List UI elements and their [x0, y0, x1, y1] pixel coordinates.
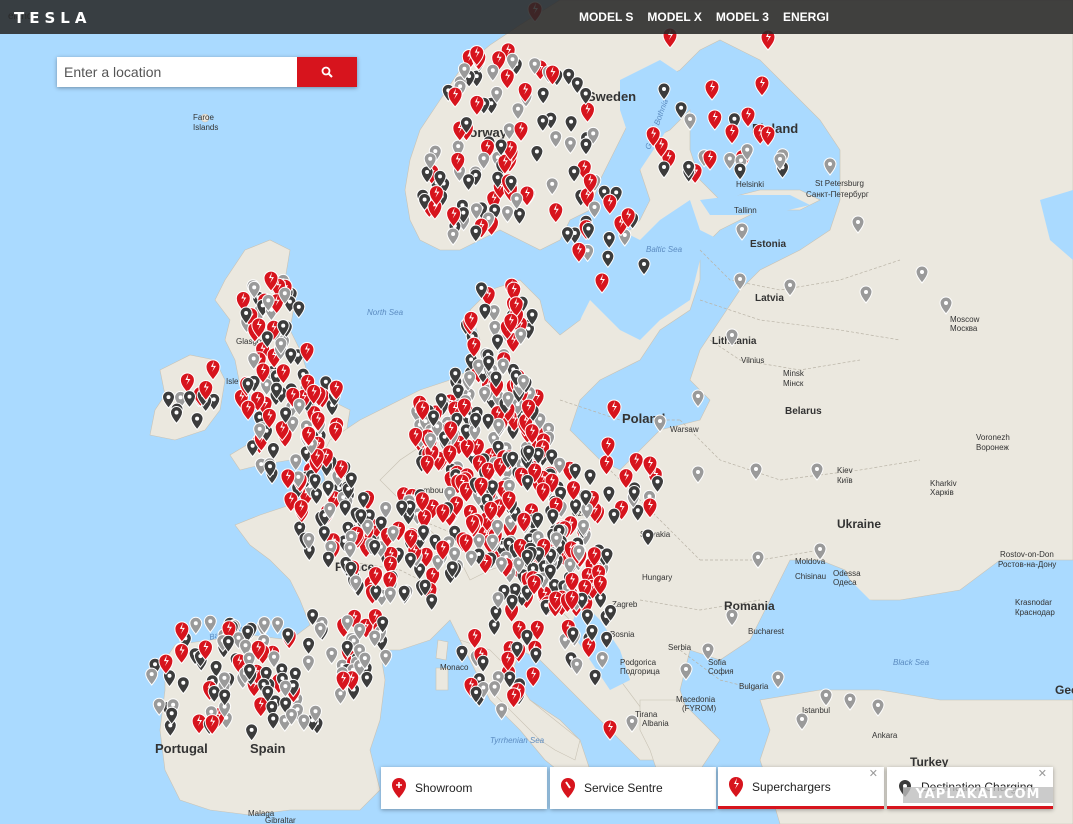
svg-text:Санкт-Петербург: Санкт-Петербург [806, 190, 869, 199]
location-search [57, 57, 357, 87]
legend-label: Superchargers [752, 779, 831, 794]
svg-text:Faroe: Faroe [193, 113, 214, 122]
close-icon[interactable]: ✕ [1038, 767, 1047, 780]
svg-text:Краснодар: Краснодар [1015, 608, 1055, 617]
svg-text:София: София [708, 667, 734, 676]
svg-text:Gibraltar: Gibraltar [265, 816, 296, 824]
top-navigation-bar: TESLA MODEL S MODEL X MODEL 3 ENERGI [0, 0, 1073, 34]
svg-text:Москва: Москва [950, 324, 978, 333]
svg-text:Ростов-на-Дону: Ростов-на-Дону [998, 560, 1056, 569]
search-icon [321, 66, 333, 78]
svg-text:Tallinn: Tallinn [734, 206, 757, 215]
service-pin-icon [561, 778, 575, 798]
svg-text:Podgorica: Podgorica [620, 658, 657, 667]
svg-text:Albania: Albania [642, 719, 669, 728]
watermark: YAPLAKAL.COM [903, 787, 1053, 803]
legend-showroom[interactable]: Showroom [381, 767, 547, 809]
svg-text:St Petersburg: St Petersburg [815, 179, 864, 188]
svg-text:Rostov-on-Don: Rostov-on-Don [1000, 550, 1054, 559]
svg-text:Estonia: Estonia [750, 239, 787, 250]
svg-text:Мінск: Мінск [783, 379, 804, 388]
svg-text:Helsinki: Helsinki [736, 180, 764, 189]
svg-text:Vilnius: Vilnius [741, 356, 764, 365]
nav-energi[interactable]: ENERGI [783, 0, 829, 34]
svg-text:Sofia: Sofia [708, 658, 727, 667]
svg-text:Voronezh: Voronezh [976, 433, 1010, 442]
legend-service-centre[interactable]: Service Sentre [550, 767, 716, 809]
legend-label: Showroom [415, 781, 473, 795]
svg-text:Monaco: Monaco [440, 663, 469, 672]
svg-text:Одеса: Одеса [833, 578, 857, 587]
svg-text:Moscow: Moscow [950, 315, 980, 324]
svg-text:Warsaw: Warsaw [670, 425, 699, 434]
svg-text:Подгорица: Подгорица [620, 667, 660, 676]
nav-model-3[interactable]: MODEL 3 [716, 0, 769, 34]
svg-text:Geor: Geor [1055, 683, 1073, 697]
svg-text:Serbia: Serbia [668, 643, 692, 652]
nav-model-x[interactable]: MODEL X [647, 0, 701, 34]
svg-text:Kiev: Kiev [837, 466, 853, 475]
svg-text:Bosnia: Bosnia [610, 630, 635, 639]
supercharger-pin-icon [729, 776, 743, 797]
svg-text:Spain: Spain [250, 741, 285, 756]
svg-text:Ankara: Ankara [872, 731, 898, 740]
svg-text:North Sea: North Sea [367, 308, 404, 317]
svg-text:Tirana: Tirana [635, 710, 658, 719]
svg-text:Chisinau: Chisinau [795, 572, 826, 581]
svg-text:Hungary: Hungary [642, 573, 672, 582]
map-canvas[interactable]: eland Faroe Islands Sweden Finland Norwa… [0, 0, 1073, 824]
legend-superchargers[interactable]: Superchargers ✕ [718, 767, 884, 809]
legend-label: Service Sentre [584, 781, 663, 795]
main-nav: MODEL S MODEL X MODEL 3 ENERGI [579, 0, 1073, 34]
svg-text:Macedonia: Macedonia [676, 695, 716, 704]
svg-text:Воронеж: Воронеж [976, 443, 1009, 452]
svg-text:Krasnodar: Krasnodar [1015, 598, 1052, 607]
close-icon[interactable]: ✕ [869, 767, 878, 780]
svg-text:Bulgaria: Bulgaria [739, 682, 769, 691]
svg-text:Black Sea: Black Sea [893, 658, 930, 667]
svg-text:Bucharest: Bucharest [748, 627, 785, 636]
svg-text:Latvia: Latvia [755, 293, 784, 304]
svg-text:Portugal: Portugal [155, 741, 208, 756]
svg-text:Belarus: Belarus [785, 406, 822, 417]
svg-text:Islands: Islands [193, 123, 218, 132]
svg-text:Kharkiv: Kharkiv [930, 479, 957, 488]
svg-text:Odessa: Odessa [833, 569, 861, 578]
showroom-pin-icon [392, 778, 406, 798]
svg-text:Tyrrhenian Sea: Tyrrhenian Sea [490, 736, 545, 745]
label-sweden: Sweden [587, 89, 636, 104]
search-button[interactable] [297, 57, 357, 87]
svg-text:(FYROM): (FYROM) [682, 704, 717, 713]
svg-text:Baltic Sea: Baltic Sea [646, 245, 683, 254]
svg-text:Istanbul: Istanbul [802, 706, 830, 715]
tesla-logo[interactable]: TESLA [14, 9, 91, 27]
svg-text:Minsk: Minsk [783, 369, 805, 378]
nav-model-s[interactable]: MODEL S [579, 0, 633, 34]
location-search-input[interactable] [57, 57, 297, 87]
svg-text:Харків: Харків [930, 488, 954, 497]
svg-text:Ukraine: Ukraine [837, 517, 881, 531]
svg-text:Київ: Київ [837, 476, 853, 485]
